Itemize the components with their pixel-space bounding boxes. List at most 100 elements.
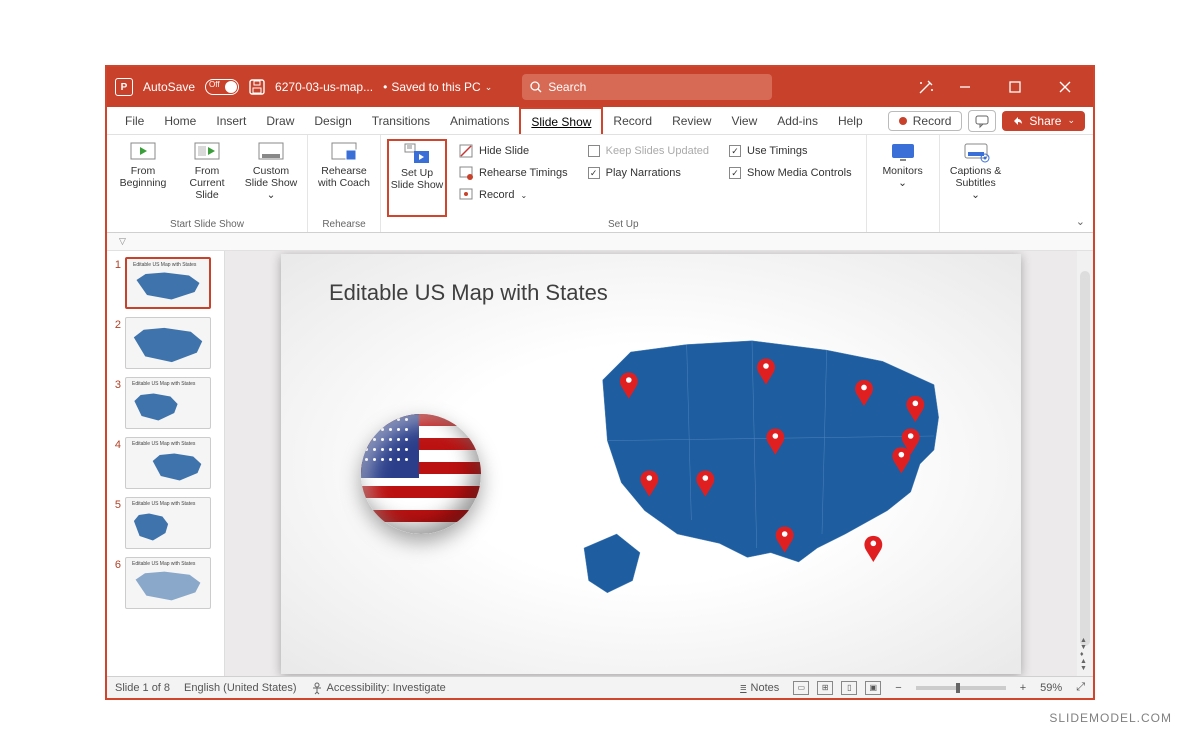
from-current-slide-button[interactable]: From Current Slide [177,139,237,217]
ribbon-group-monitors: Monitors⌄ [867,135,940,232]
sorter-view-button[interactable]: ⊞ [817,681,833,695]
thumbnail-3[interactable]: Editable US Map with States [125,377,211,429]
coming-soon-icon[interactable] [917,78,935,96]
close-button[interactable] [1045,67,1085,107]
use-timings-checkbox[interactable]: Use Timings [729,141,852,161]
us-map-graphic [551,324,981,604]
accessibility-status[interactable]: Accessibility: Investigate [311,682,446,694]
tab-view[interactable]: View [721,107,767,134]
slide-canvas[interactable]: Editable US Map with States [281,254,1021,674]
powerpoint-window: P AutoSave Off 6270-03-us-map... • Saved… [105,65,1095,700]
saved-status[interactable]: • Saved to this PC ⌄ [383,80,492,94]
autosave-toggle[interactable]: Off [205,79,239,95]
hide-slide-button[interactable]: Hide Slide [459,141,568,161]
tab-record[interactable]: Record [603,107,662,134]
ribbon-group-label-rehearse: Rehearse [322,217,365,230]
search-placeholder: Search [548,80,586,94]
tab-home[interactable]: Home [154,107,206,134]
tab-insert[interactable]: Insert [206,107,256,134]
notes-button[interactable]: ≡Notes [740,682,779,694]
quick-access-bar[interactable]: ▽ [107,233,1093,251]
slide-editor[interactable]: Editable US Map with States [225,251,1077,676]
normal-view-button[interactable]: ▭ [793,681,809,695]
thumbnail-6[interactable]: Editable US Map with States [125,557,211,609]
monitor-icon [889,141,917,163]
zoom-level[interactable]: 59% [1040,682,1062,694]
hide-slide-icon [459,144,473,158]
zoom-out-button[interactable]: − [895,682,901,694]
tab-slide-show[interactable]: Slide Show [519,107,603,134]
thumbnail-4[interactable]: Editable US Map with States [125,437,211,489]
watermark: SLIDEMODEL.COM [1049,711,1172,725]
app-icon: P [115,78,133,96]
custom-slide-show-button[interactable]: Custom Slide Show ⌄ [241,139,301,217]
fit-to-window-button[interactable]: ⤢ [1076,681,1085,694]
minimize-button[interactable] [945,67,985,107]
ribbon-group-start: From Beginning From Current Slide Custom… [107,135,308,232]
tab-animations[interactable]: Animations [440,107,519,134]
workspace: 1Editable US Map with States 2 3Editable… [107,251,1093,676]
custom-show-icon [257,141,285,163]
thumbnail-1[interactable]: Editable US Map with States [125,257,211,309]
from-beginning-button[interactable]: From Beginning [113,139,173,217]
record-icon [459,188,473,202]
play-from-current-icon [193,141,221,163]
reading-view-button[interactable]: ▯ [841,681,857,695]
show-media-controls-checkbox[interactable]: Show Media Controls [729,163,852,183]
zoom-in-button[interactable]: + [1020,682,1026,694]
ribbon-group-label-start: Start Slide Show [170,217,244,230]
comments-button[interactable] [968,110,996,132]
tab-file[interactable]: File [115,107,154,134]
play-from-start-icon [129,141,157,163]
document-filename: 6270-03-us-map... [275,80,373,94]
accessibility-icon [311,682,323,694]
record-dropdown-button[interactable]: Record ⌄ [459,185,568,205]
status-bar: Slide 1 of 8 English (United States) Acc… [107,676,1093,698]
rehearse-with-coach-button[interactable]: Rehearse with Coach [314,139,374,217]
record-button[interactable]: Record [888,111,963,131]
thumbnail-pane[interactable]: 1Editable US Map with States 2 3Editable… [107,251,225,676]
slide-counter: Slide 1 of 8 [115,682,170,694]
share-icon [1012,115,1023,126]
play-narrations-checkbox[interactable]: Play Narrations [588,163,709,183]
captions-icon [962,141,990,163]
set-up-slide-show-button[interactable]: Set Up Slide Show [387,139,447,217]
maximize-button[interactable] [995,67,1035,107]
rehearse-coach-icon [330,141,358,163]
menu-bar: File Home Insert Draw Design Transitions… [107,107,1093,135]
autosave-label: AutoSave [143,80,195,94]
ribbon-collapse-button[interactable]: ⌄ [1076,215,1085,228]
tab-transitions[interactable]: Transitions [362,107,440,134]
setup-slideshow-icon [403,143,431,165]
title-bar: P AutoSave Off 6270-03-us-map... • Saved… [107,67,1093,107]
thumbnail-5[interactable]: Editable US Map with States [125,497,211,549]
tab-help[interactable]: Help [828,107,873,134]
captions-subtitles-button[interactable]: Captions & Subtitles⌄ [946,139,1006,228]
vertical-scrollbar[interactable]: ▲▼♦▲▼ [1077,251,1093,676]
monitors-button[interactable]: Monitors⌄ [873,139,933,228]
map-pin [864,535,882,561]
ribbon-group-rehearse: Rehearse with Coach Rehearse [308,135,381,232]
keep-slides-updated-checkbox: Keep Slides Updated [588,141,709,161]
search-input[interactable]: Search [522,74,772,100]
us-flag-badge [361,414,481,534]
share-button[interactable]: Share⌄ [1002,111,1085,131]
tab-draw[interactable]: Draw [256,107,304,134]
rehearse-timings-button[interactable]: Rehearse Timings [459,163,568,183]
ribbon-group-label-setup: Set Up [608,217,639,230]
zoom-slider[interactable] [916,686,1006,690]
thumbnail-2[interactable] [125,317,211,369]
ribbon: From Beginning From Current Slide Custom… [107,135,1093,233]
tab-design[interactable]: Design [304,107,361,134]
tab-review[interactable]: Review [662,107,721,134]
tab-add-ins[interactable]: Add-ins [767,107,828,134]
language-status[interactable]: English (United States) [184,682,297,694]
view-buttons: ▭ ⊞ ▯ ▣ [793,681,881,695]
slideshow-view-button[interactable]: ▣ [865,681,881,695]
slide-title: Editable US Map with States [329,280,608,306]
record-dot-icon [899,117,907,125]
ribbon-group-setup: Set Up Slide Show Hide Slide Rehearse Ti… [381,135,867,232]
ribbon-group-captions: Captions & Subtitles⌄ [940,135,1012,232]
search-icon [530,81,542,93]
save-icon[interactable] [249,79,265,95]
